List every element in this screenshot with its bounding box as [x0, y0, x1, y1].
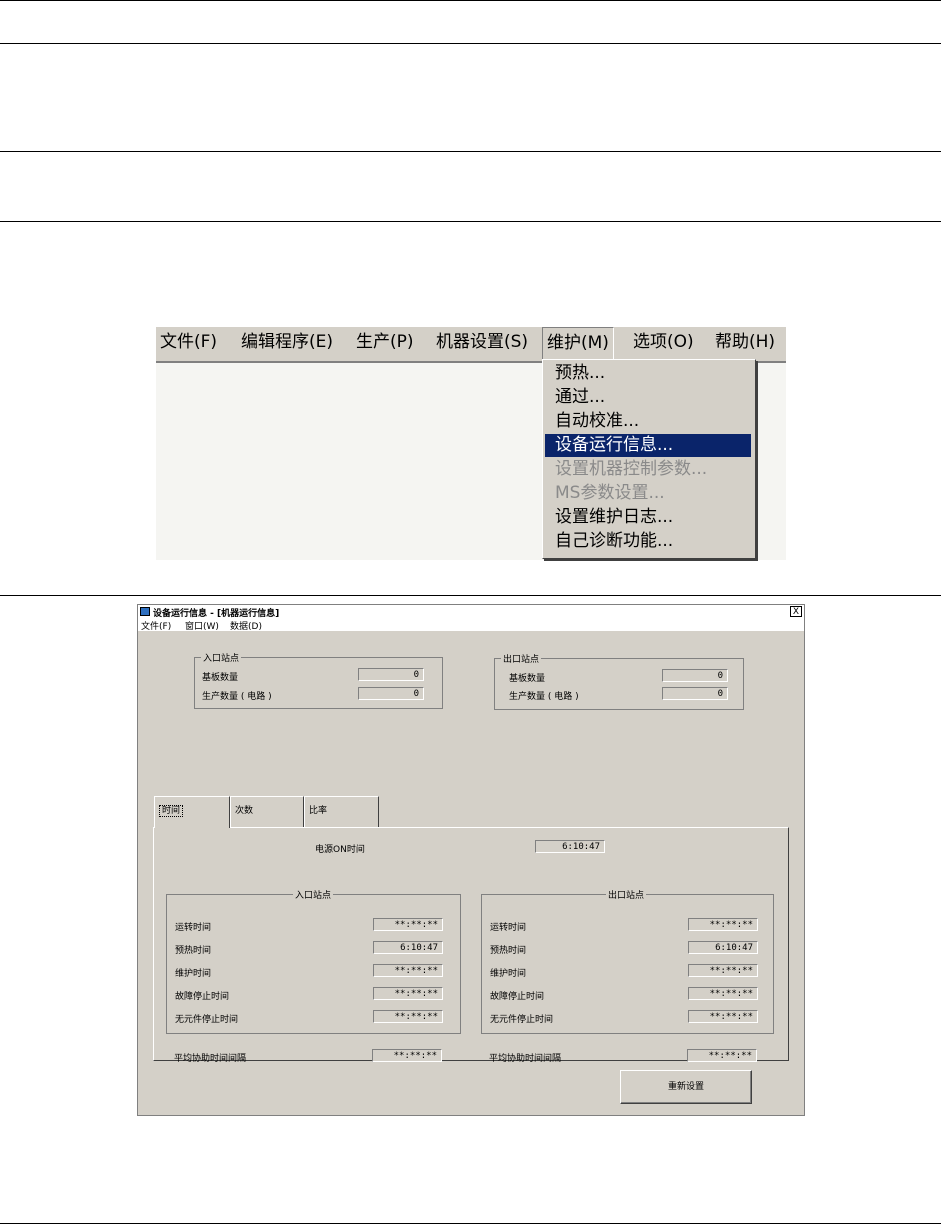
exit-maintenance-time-label: 维护时间 — [490, 969, 527, 979]
menu-options[interactable]: 选项(O) — [629, 327, 698, 359]
dropdown-item-auto-calibration[interactable]: 自动校准... — [545, 410, 751, 433]
dropdown-item-self-diagnosis[interactable]: 自己诊断功能... — [545, 530, 751, 553]
menu-file[interactable]: 文件(F) — [156, 327, 221, 359]
exit-preheat-time-label: 预热时间 — [490, 946, 527, 956]
dropdown-item-pass[interactable]: 通过... — [545, 386, 751, 409]
tab-time[interactable]: 时间 — [154, 796, 230, 828]
exit-no-component-stop-label: 无元件停止时间 — [490, 1015, 554, 1025]
exit-board-count-field: 0 — [662, 669, 728, 682]
exit-no-component-stop-field: **:**:** — [688, 1010, 758, 1023]
entrance-preheat-time-field: 6:10:47 — [373, 941, 443, 954]
entrance-mtba-label: 平均协助时间间隔 — [174, 1054, 247, 1064]
dropdown-item-equipment-info[interactable]: 设备运行信息... — [545, 434, 751, 457]
menu-machine-settings[interactable]: 机器设置(S) — [432, 327, 532, 359]
tab-count[interactable]: 次数 — [230, 796, 304, 828]
page-rule — [0, 0, 941, 1]
entrance-no-component-stop-field: **:**:** — [373, 1010, 443, 1023]
page-rule — [0, 595, 941, 596]
tab-count-label: 次数 — [235, 806, 254, 816]
window-menu-file[interactable]: 文件(F) — [141, 619, 171, 632]
exit-station-legend: 出口站点 — [501, 652, 542, 665]
exit-maintenance-time-field: **:**:** — [688, 964, 758, 977]
main-menubar: 文件(F) 编辑程序(E) 生产(P) 机器设置(S) 维护(M) 选项(O) … — [156, 327, 786, 363]
entrance-no-component-stop-label: 无元件停止时间 — [175, 1015, 239, 1025]
exit-board-count-label: 基板数量 — [509, 674, 546, 684]
menu-maintenance[interactable]: 维护(M) — [542, 327, 614, 361]
time-entrance-legend: 入口站点 — [293, 888, 334, 901]
exit-fault-stop-time-label: 故障停止时间 — [490, 992, 545, 1002]
exit-station-group: 出口站点 基板数量 0 生产数量 ( 电路 ) 0 — [494, 652, 744, 710]
page-rule — [0, 1223, 941, 1224]
equipment-info-window: 设备运行信息 - [机器运行信息] X 文件(F) 窗口(W) 数据(D) 入口… — [137, 604, 805, 1116]
entrance-run-time-label: 运转时间 — [175, 923, 212, 933]
time-exit-legend: 出口站点 — [606, 888, 647, 901]
window-menubar: 文件(F) 窗口(W) 数据(D) — [138, 618, 804, 632]
power-on-time-label: 电源ON时间 — [315, 845, 365, 855]
tab-panel-time: 电源ON时间 6:10:47 入口站点 运转时间 **:**:** 预热时间 6… — [153, 827, 789, 1064]
exit-mtba-field: **:**:** — [687, 1049, 757, 1062]
dropdown-item-ms-params: MS参数设置... — [555, 483, 665, 503]
power-on-time-field: 6:10:47 — [535, 840, 605, 853]
entrance-board-count-field: 0 — [358, 668, 424, 681]
entrance-fault-stop-time-field: **:**:** — [373, 987, 443, 1000]
entrance-station-legend: 入口站点 — [201, 651, 242, 664]
tab-ratio[interactable]: 比率 — [304, 796, 379, 828]
exit-run-time-label: 运转时间 — [490, 923, 527, 933]
entrance-fault-stop-time-label: 故障停止时间 — [175, 992, 230, 1002]
exit-preheat-time-field: 6:10:47 — [688, 941, 758, 954]
exit-mtba-label: 平均协助时间间隔 — [489, 1054, 562, 1064]
window-titlebar[interactable]: 设备运行信息 - [机器运行信息] X — [138, 605, 804, 619]
maintenance-dropdown: 预热... 通过... 自动校准... 设备运行信息... 设置机器控制参数..… — [542, 359, 756, 559]
entrance-maintenance-time-label: 维护时间 — [175, 969, 212, 979]
tab-ratio-label: 比率 — [309, 806, 328, 816]
time-exit-group: 出口站点 运转时间 **:**:** 预热时间 6:10:47 维护时间 **:… — [481, 888, 774, 1034]
entrance-production-count-label: 生产数量 ( 电路 ) — [202, 692, 272, 702]
entrance-production-count-field: 0 — [358, 687, 424, 700]
page-rule — [0, 151, 941, 152]
entrance-mtba-field: **:**:** — [372, 1049, 442, 1062]
exit-run-time-field: **:**:** — [688, 918, 758, 931]
entrance-station-group: 入口站点 基板数量 0 生产数量 ( 电路 ) 0 — [194, 651, 443, 709]
exit-fault-stop-time-field: **:**:** — [688, 987, 758, 1000]
window-menu-window[interactable]: 窗口(W) — [185, 619, 219, 632]
menu-production[interactable]: 生产(P) — [352, 327, 418, 359]
entrance-maintenance-time-field: **:**:** — [373, 964, 443, 977]
page-rule — [0, 43, 941, 44]
close-button[interactable]: X — [790, 606, 802, 617]
reset-button[interactable]: 重新设置 — [620, 1070, 752, 1104]
window-menu-data[interactable]: 数据(D) — [230, 619, 262, 632]
tab-time-label: 时间 — [159, 805, 184, 817]
exit-production-count-label: 生产数量 ( 电路 ) — [509, 692, 579, 702]
maintenance-menu-screenshot: 文件(F) 编辑程序(E) 生产(P) 机器设置(S) 维护(M) 选项(O) … — [156, 327, 786, 560]
menu-edit-program[interactable]: 编辑程序(E) — [237, 327, 337, 359]
entrance-board-count-label: 基板数量 — [202, 673, 239, 683]
app-icon — [140, 607, 150, 616]
page-rule — [0, 221, 941, 222]
exit-production-count-field: 0 — [662, 687, 728, 700]
menu-help[interactable]: 帮助(H) — [711, 327, 779, 359]
entrance-preheat-time-label: 预热时间 — [175, 946, 212, 956]
dropdown-item-maintenance-log[interactable]: 设置维护日志... — [545, 506, 751, 529]
time-entrance-group: 入口站点 运转时间 **:**:** 预热时间 6:10:47 维护时间 **:… — [166, 888, 461, 1034]
dropdown-item-machine-control-params: 设置机器控制参数... — [555, 459, 708, 479]
dropdown-item-preheat[interactable]: 预热... — [545, 362, 751, 385]
entrance-run-time-field: **:**:** — [373, 918, 443, 931]
